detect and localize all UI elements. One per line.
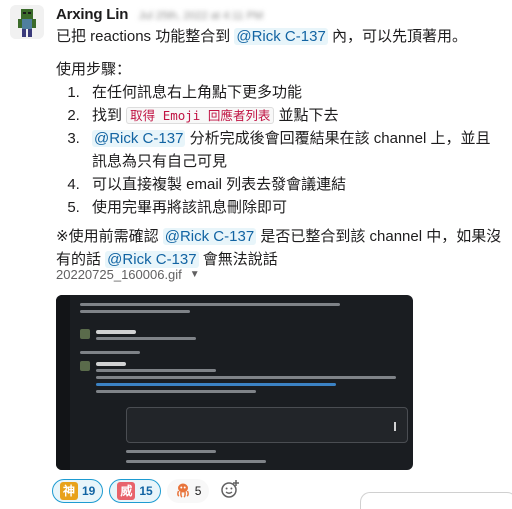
user-mention[interactable]: @Rick C-137 xyxy=(162,228,257,245)
gif-preview[interactable] xyxy=(56,295,413,470)
reaction-count: 19 xyxy=(82,484,96,498)
user-mention[interactable]: @Rick C-137 xyxy=(105,251,199,268)
timestamp[interactable]: Jul 25th, 2022 at 4:11 PM xyxy=(139,10,264,22)
octopus-icon xyxy=(175,482,191,501)
reaction-pill[interactable]: 5 xyxy=(166,479,210,503)
user-mention[interactable]: @Rick C-137 xyxy=(234,28,328,45)
list-item: 找到 取得 Emoji 回應者列表 並點下去 xyxy=(84,104,504,127)
reaction-pill[interactable]: 威 15 xyxy=(109,479,161,503)
inline-code: 取得 Emoji 回應者列表 xyxy=(126,107,275,124)
avatar[interactable] xyxy=(10,5,44,39)
note-line: ※使用前需確認 @Rick C-137 是否已整合到該 channel 中，如果… xyxy=(56,228,502,268)
gif-composer xyxy=(126,407,408,443)
reactions-bar: 神 19 威 15 5 xyxy=(52,479,245,503)
intro-line: 已把 reactions 功能整合到 @Rick C-137 內，可以先頂著用。 xyxy=(56,28,467,45)
gif-sidebar xyxy=(56,295,70,470)
steps-title: 使用步驟： xyxy=(56,61,132,78)
reaction-count: 15 xyxy=(139,484,153,498)
file-attachment-header: 20220725_160006.gif ▼ xyxy=(56,267,200,282)
user-mention[interactable]: @Rick C-137 xyxy=(92,130,186,147)
message-body: 已把 reactions 功能整合到 @Rick C-137 內，可以先頂著用。… xyxy=(56,25,504,271)
list-item: @Rick C-137 分析完成後會回覆結果在該 channel 上，並且訊息為… xyxy=(84,127,504,173)
add-reaction-icon xyxy=(220,479,240,504)
chevron-down-icon[interactable]: ▼ xyxy=(190,269,200,280)
list-item: 在任何訊息右上角點下更多功能 xyxy=(84,81,504,104)
message-header: Arxing Lin Jul 25th, 2022 at 4:11 PM xyxy=(56,6,263,24)
list-item: 使用完畢再將該訊息刪除即可 xyxy=(84,196,504,219)
steps-list: 在任何訊息右上角點下更多功能 找到 取得 Emoji 回應者列表 並點下去 @R… xyxy=(56,81,504,219)
bottom-panel-edge xyxy=(360,492,512,509)
emoji-wei-icon: 威 xyxy=(117,482,136,500)
add-reaction-button[interactable] xyxy=(215,479,245,503)
emoji-shen-icon: 神 xyxy=(60,482,78,500)
list-item: 可以直接複製 email 列表去發會議連結 xyxy=(84,173,504,196)
reaction-count: 5 xyxy=(194,484,202,498)
reaction-pill[interactable]: 神 19 xyxy=(52,479,104,503)
author-name[interactable]: Arxing Lin xyxy=(56,6,128,23)
file-name[interactable]: 20220725_160006.gif xyxy=(56,267,182,282)
